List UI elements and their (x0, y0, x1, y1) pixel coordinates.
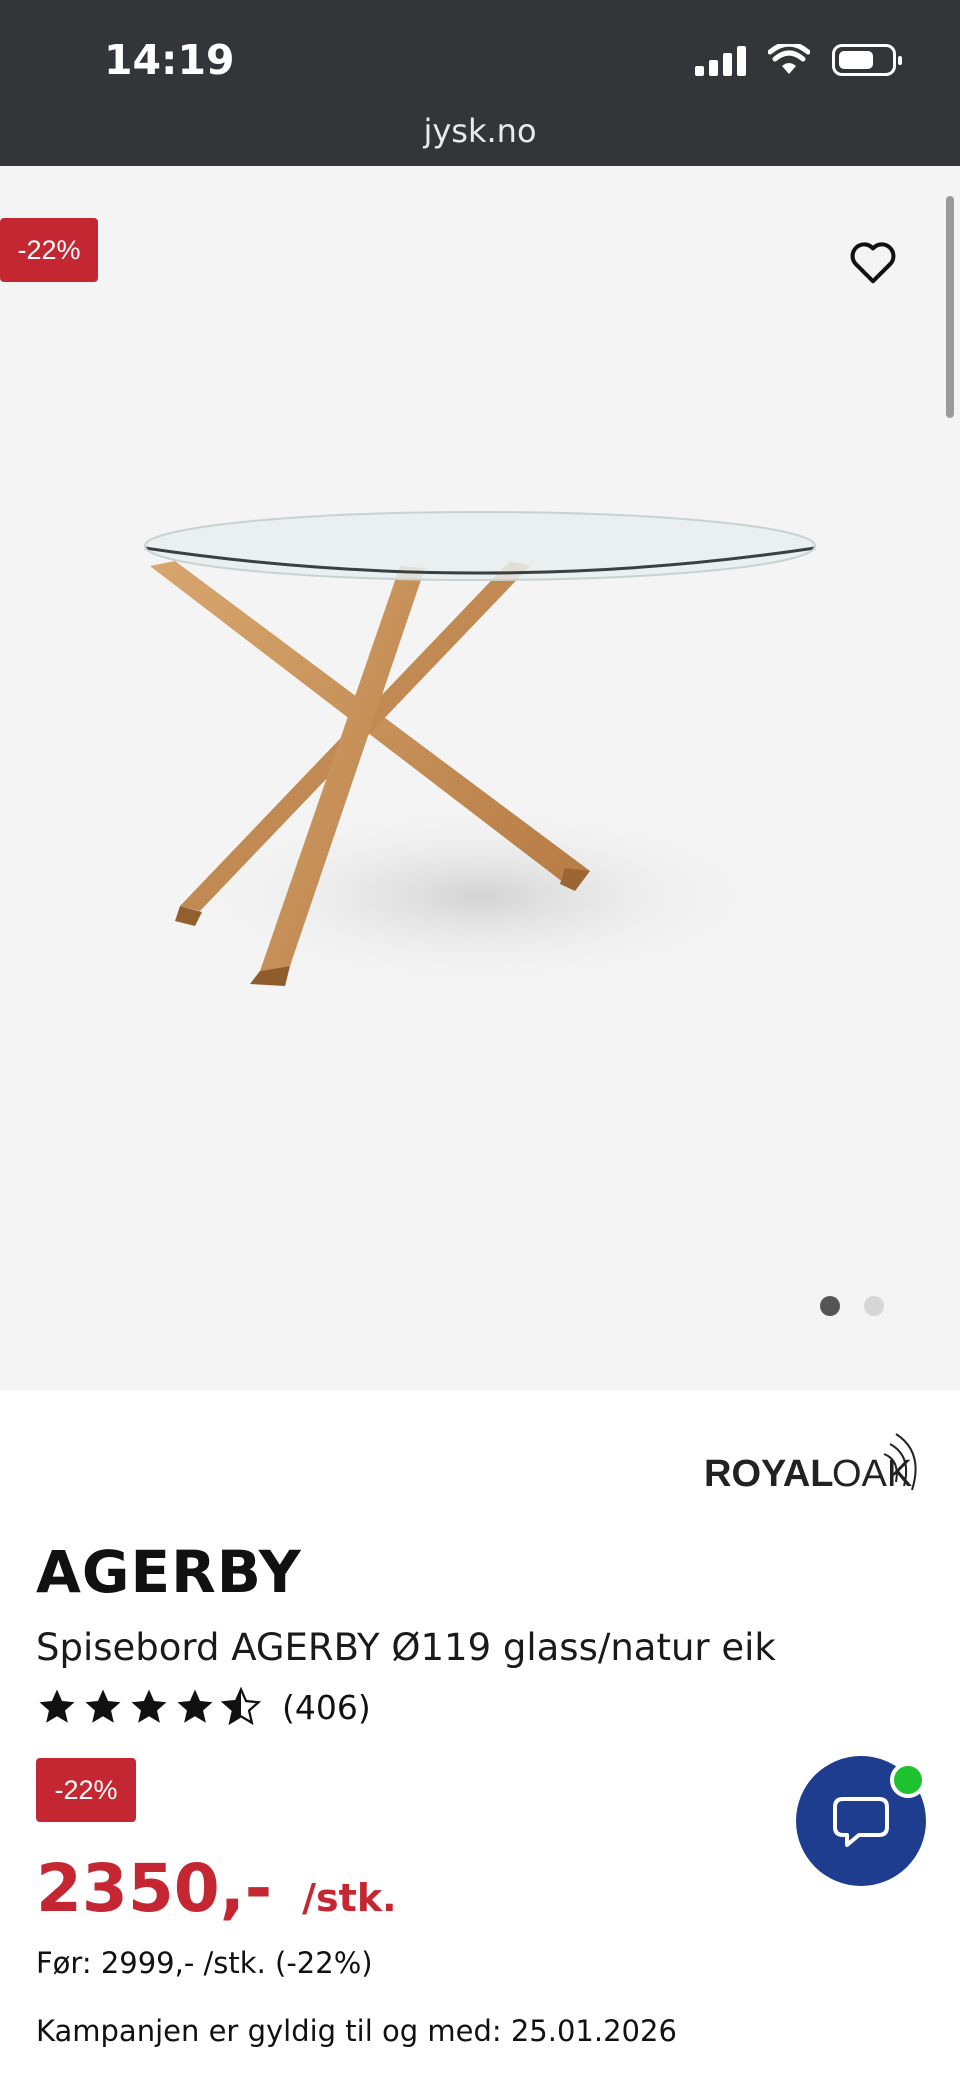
heart-icon[interactable] (846, 234, 900, 288)
status-icons (695, 44, 902, 76)
battery-icon (832, 44, 902, 76)
star-full-icon (131, 1689, 167, 1723)
royal-oak-logo: ROYAL OAK (704, 1433, 917, 1495)
before-price: Før: 2999,- /stk. (-22%) (36, 1946, 373, 1980)
status-time: 14:19 (104, 36, 235, 84)
star-half-icon (220, 1686, 262, 1726)
star-full-icon (39, 1689, 75, 1723)
product-gallery[interactable]: -22% (0, 166, 960, 1390)
chat-bubble-icon (833, 1797, 889, 1847)
scrollbar[interactable] (946, 196, 954, 418)
current-price: 2350,- (36, 1850, 273, 1927)
gallery-dot-1[interactable] (820, 1296, 840, 1316)
cellular-signal-icon (695, 44, 746, 76)
star-rating (36, 1686, 262, 1728)
gallery-pagination[interactable] (820, 1296, 884, 1316)
status-bar: 14:19 jysk.no (0, 0, 960, 166)
product-rating[interactable]: (406) (36, 1686, 371, 1728)
wifi-icon (768, 44, 810, 74)
review-count[interactable]: (406) (282, 1688, 371, 1727)
discount-badge: -22% (0, 218, 98, 282)
discount-badge: -22% (36, 1758, 136, 1822)
star-full-icon (177, 1689, 213, 1723)
online-status-indicator (890, 1762, 926, 1798)
product-description: Spisebord AGERBY Ø119 glass/natur eik (36, 1626, 776, 1669)
svg-text:ROYAL: ROYAL (704, 1453, 834, 1495)
star-full-icon (85, 1689, 121, 1723)
price-unit: /stk. (302, 1876, 397, 1920)
product-image (144, 511, 816, 991)
svg-text:OAK: OAK (832, 1453, 912, 1495)
product-title: AGERBY (36, 1538, 302, 1606)
campaign-validity: Kampanjen er gyldig til og med: 25.01.20… (36, 2014, 677, 2048)
url-bar[interactable]: jysk.no (0, 112, 960, 150)
gallery-dot-2[interactable] (864, 1296, 884, 1316)
price-row: 2350,- /stk. (36, 1850, 397, 1927)
